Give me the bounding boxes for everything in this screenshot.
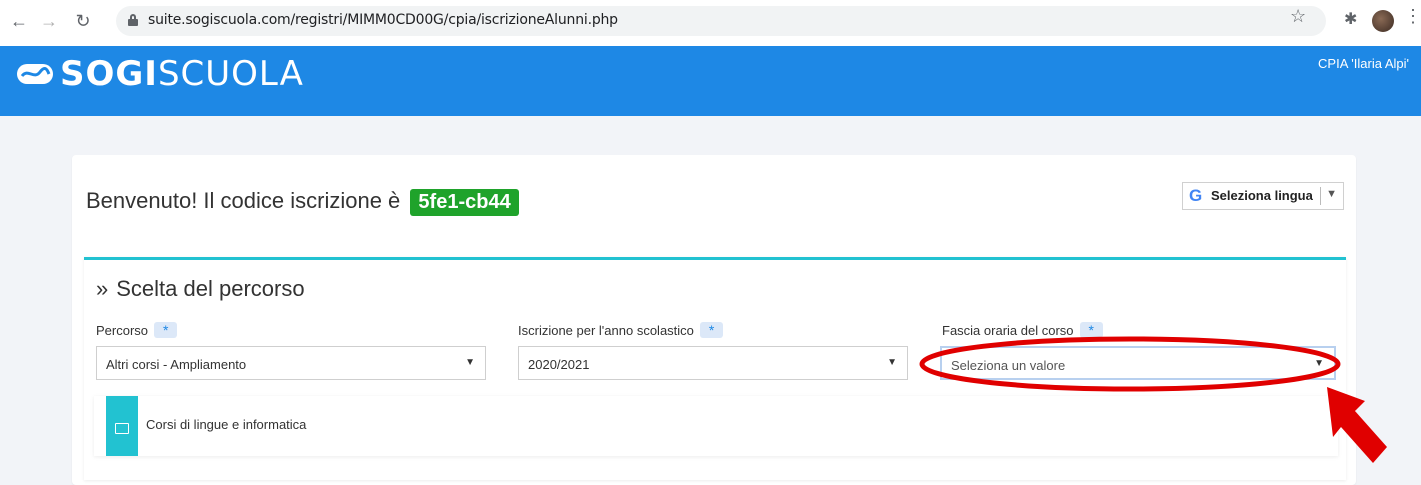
- red-arrow-icon: [1327, 387, 1387, 463]
- percorso-label-text: Percorso: [96, 323, 149, 338]
- reload-icon[interactable]: ↻: [72, 10, 94, 32]
- course-tab: [106, 396, 138, 456]
- logo-wave-icon: [16, 63, 54, 85]
- logo-bold-text: SOGI: [60, 54, 158, 94]
- forward-icon[interactable]: →: [38, 10, 60, 32]
- divider: [1320, 187, 1321, 205]
- bookmark-star-icon[interactable]: ☆: [1290, 6, 1306, 27]
- enrollment-code-badge: 5fe1-cb44: [410, 189, 519, 216]
- highlight-ellipse: [919, 336, 1341, 392]
- anno-select[interactable]: 2020/2021 ▼: [518, 346, 908, 380]
- anno-value: 2020/2021: [528, 357, 590, 372]
- school-name: CPIA 'Ilaria Alpi': [1318, 56, 1409, 71]
- logo-light-text: SCUOLA: [157, 54, 304, 94]
- dropdown-arrow-icon: ▼: [1326, 188, 1337, 200]
- lock-icon: [128, 14, 138, 26]
- section-title: » Scelta del percorso: [96, 276, 305, 302]
- double-chevron-icon: »: [96, 276, 109, 301]
- percorso-select[interactable]: Altri corsi - Ampliamento ▼: [96, 346, 486, 380]
- required-icon: *: [154, 322, 178, 338]
- app-header: SOGISCUOLA CPIA 'Ilaria Alpi': [0, 46, 1421, 116]
- welcome-text: Benvenuto! Il codice iscrizione è: [86, 188, 401, 213]
- enrollment-card: Benvenuto! Il codice iscrizione è 5fe1-c…: [72, 155, 1356, 485]
- browser-toolbar: ← → ↻ suite.sogiscuola.com/registri/MIMM…: [0, 0, 1421, 47]
- caret-down-icon: ▼: [887, 357, 897, 368]
- section-title-text: Scelta del percorso: [116, 276, 305, 301]
- anno-label-text: Iscrizione per l'anno scolastico: [518, 323, 694, 338]
- percorso-value: Altri corsi - Ampliamento: [106, 357, 247, 372]
- course-list-item[interactable]: Corsi di lingue e informatica: [94, 396, 1338, 456]
- percorso-label: Percorso *: [96, 322, 178, 338]
- sogiscuola-logo[interactable]: SOGISCUOLA: [16, 54, 304, 94]
- language-selector[interactable]: G Seleziona lingua ▼: [1182, 182, 1344, 210]
- language-label: Seleziona lingua: [1211, 188, 1313, 203]
- anno-label: Iscrizione per l'anno scolastico *: [518, 322, 724, 338]
- back-icon[interactable]: ←: [8, 10, 30, 32]
- url-text: suite.sogiscuola.com/registri/MIMM0CD00G…: [148, 12, 618, 28]
- required-icon: *: [699, 322, 724, 338]
- profile-avatar[interactable]: [1372, 10, 1394, 32]
- welcome-message: Benvenuto! Il codice iscrizione è 5fe1-c…: [86, 188, 519, 216]
- card-icon: [115, 423, 129, 434]
- course-label: Corsi di lingue e informatica: [146, 417, 307, 432]
- caret-down-icon: ▼: [465, 357, 475, 368]
- more-menu-icon[interactable]: ⋮: [1404, 6, 1421, 27]
- google-icon: G: [1189, 186, 1203, 205]
- extensions-icon[interactable]: ✱: [1344, 9, 1357, 29]
- address-bar[interactable]: suite.sogiscuola.com/registri/MIMM0CD00G…: [116, 6, 1326, 36]
